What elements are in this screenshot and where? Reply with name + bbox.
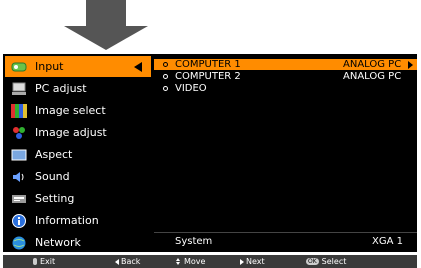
image-select-icon [11, 103, 27, 118]
system-status: System XGA 1 [154, 234, 417, 250]
exit-hint: Exit [33, 255, 55, 268]
sidebar-item-label: Aspect [35, 148, 73, 161]
sidebar-item-network[interactable]: Network [5, 232, 151, 253]
move-hint: Move [176, 255, 205, 268]
sidebar-item-input[interactable]: Input [5, 56, 151, 77]
pc-adjust-icon [11, 82, 27, 96]
sidebar-item-label: Information [35, 214, 99, 227]
status-value: XGA 1 [372, 236, 403, 247]
sidebar-item-label: PC adjust [35, 82, 87, 95]
radio-button [163, 86, 168, 91]
option-name: COMPUTER 1 [175, 59, 241, 70]
up-down-arrow-icon [176, 258, 181, 265]
left-arrow-icon [115, 258, 119, 265]
sidebar-item-label: Image select [35, 104, 106, 117]
next-hint: Next [240, 255, 265, 268]
aspect-icon [11, 148, 27, 162]
status-label: System [175, 236, 213, 247]
speaker-icon [11, 170, 27, 184]
divider [154, 232, 417, 233]
back-hint: Back [115, 255, 140, 268]
sidebar-menu: Input PC adjust Image select Image adjus… [5, 56, 151, 251]
option-name: COMPUTER 2 [175, 71, 241, 82]
right-arrow-icon [240, 258, 244, 265]
sidebar-item-label: Setting [35, 192, 75, 205]
input-icon [11, 60, 27, 74]
exit-key-icon [33, 258, 37, 265]
sidebar-item-label: Sound [35, 170, 70, 183]
chevron-right-icon [408, 61, 413, 69]
option-value: ANALOG PC [343, 71, 402, 82]
help-bar: Exit Back Move Next OK Select [3, 255, 417, 268]
sidebar-item-label: Image adjust [35, 126, 107, 139]
option-computer-2[interactable]: COMPUTER 2 ANALOG PC [154, 71, 417, 82]
input-options-panel: COMPUTER 1 ANALOG PC COMPUTER 2 ANALOG P… [154, 56, 417, 251]
selected-arrow-icon [134, 62, 142, 72]
option-computer-1[interactable]: COMPUTER 1 ANALOG PC [154, 59, 417, 70]
sidebar-item-aspect[interactable]: Aspect [5, 144, 151, 165]
option-value: ANALOG PC [343, 59, 402, 70]
sidebar-item-label: Input [35, 60, 64, 73]
move-label: Move [184, 257, 206, 266]
network-globe-icon [11, 236, 27, 250]
exit-label: Exit [40, 257, 56, 266]
sidebar-item-label: Network [35, 236, 81, 249]
down-arrow-icon [64, 0, 148, 50]
option-name: VIDEO [175, 83, 207, 94]
sidebar-item-image-adjust[interactable]: Image adjust [5, 122, 151, 143]
sidebar-item-image-select[interactable]: Image select [5, 100, 151, 121]
select-hint: OK Select [306, 255, 346, 268]
back-label: Back [121, 257, 141, 266]
select-label: Select [321, 257, 347, 266]
sidebar-item-pc-adjust[interactable]: PC adjust [5, 78, 151, 99]
radio-button [163, 62, 168, 67]
sidebar-item-setting[interactable]: Setting [5, 188, 151, 209]
image-adjust-icon [11, 126, 27, 140]
sidebar-item-sound[interactable]: Sound [5, 166, 151, 187]
ok-key-icon: OK [306, 258, 319, 265]
next-label: Next [246, 257, 265, 266]
radio-button [163, 74, 168, 79]
info-icon [11, 213, 27, 228]
sidebar-item-information[interactable]: Information [5, 210, 151, 231]
setting-icon [11, 192, 27, 206]
option-video[interactable]: VIDEO [154, 83, 417, 94]
